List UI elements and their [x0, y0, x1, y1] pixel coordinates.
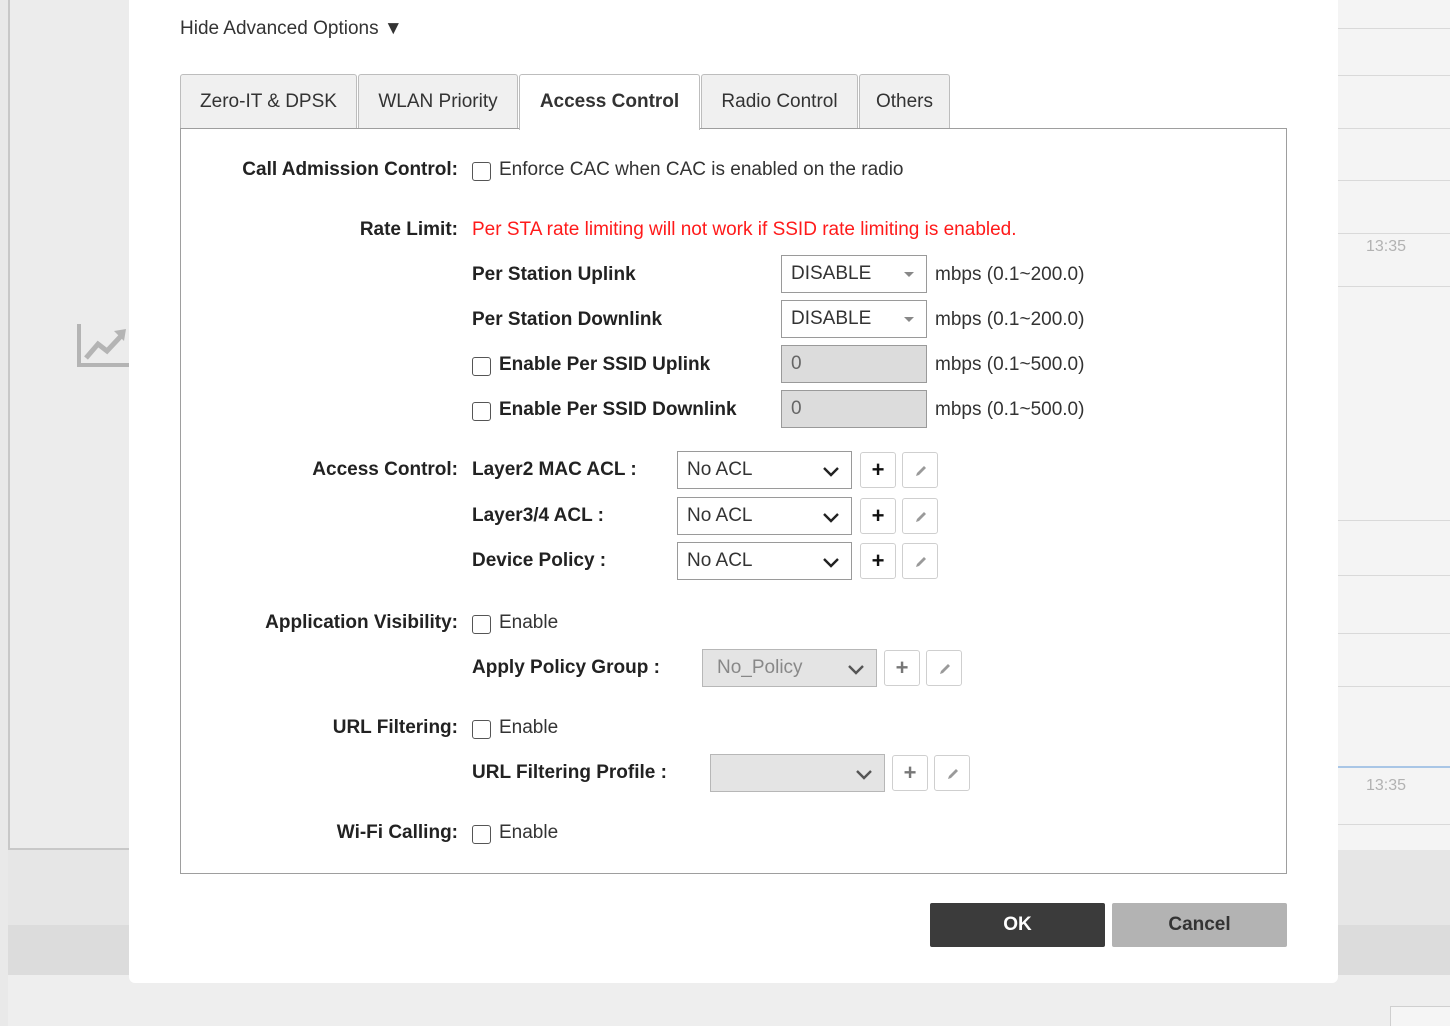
per-station-uplink-select[interactable]: DISABLE: [781, 255, 927, 293]
application-visibility-enable-label: Enable: [499, 612, 559, 633]
pencil-icon: [916, 557, 926, 567]
edit-policy-group-button[interactable]: [926, 650, 962, 686]
wifi-calling-enable-label: Enable: [499, 822, 559, 843]
per-ssid-downlink-unit: mbps (0.1~500.0): [935, 399, 1085, 420]
per-station-downlink-select[interactable]: DISABLE: [781, 300, 927, 338]
per-ssid-uplink-input[interactable]: 0: [781, 345, 927, 383]
url-filtering-profile-select[interactable]: [710, 754, 885, 792]
tab-wlan-priority[interactable]: WLAN Priority: [358, 74, 518, 128]
apply-policy-group-label: Apply Policy Group :: [472, 657, 660, 678]
device-policy-select[interactable]: No ACL: [677, 542, 852, 580]
rate-limit-warning: Per STA rate limiting will not work if S…: [472, 219, 1017, 240]
per-station-uplink-value: DISABLE: [791, 263, 872, 284]
edit-device-policy-button[interactable]: [902, 543, 938, 579]
device-policy-value: No ACL: [687, 550, 753, 571]
per-ssid-uplink-unit: mbps (0.1~500.0): [935, 354, 1085, 375]
url-filtering-checkbox[interactable]: [472, 720, 491, 739]
wifi-calling-label: Wi-Fi Calling:: [336, 822, 458, 843]
layer2-mac-acl-value: No ACL: [687, 459, 753, 480]
layer2-mac-acl-label: Layer2 MAC ACL :: [472, 459, 637, 480]
layer34-acl-select[interactable]: No ACL: [677, 497, 852, 535]
background-time-label: 13:35: [1366, 777, 1407, 794]
add-layer2-acl-button[interactable]: +: [860, 452, 896, 488]
background-chart-strip: [1338, 0, 1450, 850]
pencil-icon: [916, 512, 926, 522]
tab-access-control[interactable]: Access Control: [519, 74, 700, 130]
url-filtering-enable-label: Enable: [499, 717, 559, 738]
add-layer34-acl-button[interactable]: +: [860, 498, 896, 534]
enforce-cac-label: Enforce CAC when CAC is enabled on the r…: [499, 159, 904, 180]
per-ssid-downlink-input[interactable]: 0: [781, 390, 927, 428]
wlan-edit-dialog: Hide Advanced Options ▼ Zero-IT & DPSK W…: [129, 0, 1338, 983]
access-control-label: Access Control:: [312, 459, 458, 480]
per-ssid-downlink-value: 0: [791, 398, 802, 419]
per-ssid-downlink-checkbox[interactable]: [472, 402, 491, 421]
rate-limit-label: Rate Limit:: [359, 219, 458, 240]
tab-zero-it-dpsk[interactable]: Zero-IT & DPSK: [180, 74, 357, 128]
chevron-down-icon: [823, 513, 839, 523]
application-visibility-checkbox[interactable]: [472, 615, 491, 634]
per-station-uplink-label: Per Station Uplink: [472, 264, 636, 285]
edit-url-profile-button[interactable]: [934, 755, 970, 791]
add-url-profile-button[interactable]: +: [892, 755, 928, 791]
cac-label: Call Admission Control:: [242, 159, 458, 180]
background-corner-widget: [1390, 1006, 1450, 1026]
enforce-cac-checkbox[interactable]: [472, 162, 491, 181]
application-visibility-label: Application Visibility:: [265, 612, 458, 633]
access-control-panel: Call Admission Control: Enforce CAC when…: [180, 128, 1287, 874]
background-time-label: 13:35: [1366, 238, 1407, 255]
hide-advanced-options-toggle[interactable]: Hide Advanced Options ▼: [180, 18, 403, 40]
wifi-calling-checkbox[interactable]: [472, 825, 491, 844]
chevron-down-icon: [848, 665, 864, 675]
tab-others[interactable]: Others: [859, 74, 950, 128]
per-ssid-uplink-checkbox[interactable]: [472, 357, 491, 376]
layer34-acl-value: No ACL: [687, 505, 753, 526]
line-chart-icon: [77, 324, 129, 367]
tab-radio-control[interactable]: Radio Control: [701, 74, 858, 128]
add-device-policy-button[interactable]: +: [860, 543, 896, 579]
layer2-mac-acl-select[interactable]: No ACL: [677, 451, 852, 489]
chevron-down-icon: [823, 467, 839, 477]
apply-policy-group-select[interactable]: No_Policy: [702, 649, 877, 687]
per-ssid-uplink-label: Enable Per SSID Uplink: [499, 354, 711, 375]
per-station-uplink-unit: mbps (0.1~200.0): [935, 264, 1085, 285]
per-station-downlink-value: DISABLE: [791, 308, 872, 329]
device-policy-label: Device Policy :: [472, 550, 607, 571]
pencil-icon: [940, 664, 950, 674]
ok-button[interactable]: OK: [930, 903, 1105, 947]
per-station-downlink-label: Per Station Downlink: [472, 309, 663, 330]
per-ssid-uplink-value: 0: [791, 353, 802, 374]
chevron-down-icon: [823, 558, 839, 568]
per-station-downlink-unit: mbps (0.1~200.0): [935, 309, 1085, 330]
edit-layer2-acl-button[interactable]: [902, 452, 938, 488]
url-filtering-profile-label: URL Filtering Profile :: [472, 762, 667, 783]
apply-policy-group-value: No_Policy: [717, 657, 803, 678]
chevron-down-icon: [856, 770, 872, 780]
cancel-button[interactable]: Cancel: [1112, 903, 1287, 947]
pencil-icon: [916, 466, 926, 476]
per-ssid-downlink-label: Enable Per SSID Downlink: [499, 399, 737, 420]
edit-layer34-acl-button[interactable]: [902, 498, 938, 534]
layer34-acl-label: Layer3/4 ACL :: [472, 505, 604, 526]
pencil-icon: [948, 769, 958, 779]
url-filtering-label: URL Filtering:: [332, 717, 458, 738]
add-policy-group-button[interactable]: +: [884, 650, 920, 686]
